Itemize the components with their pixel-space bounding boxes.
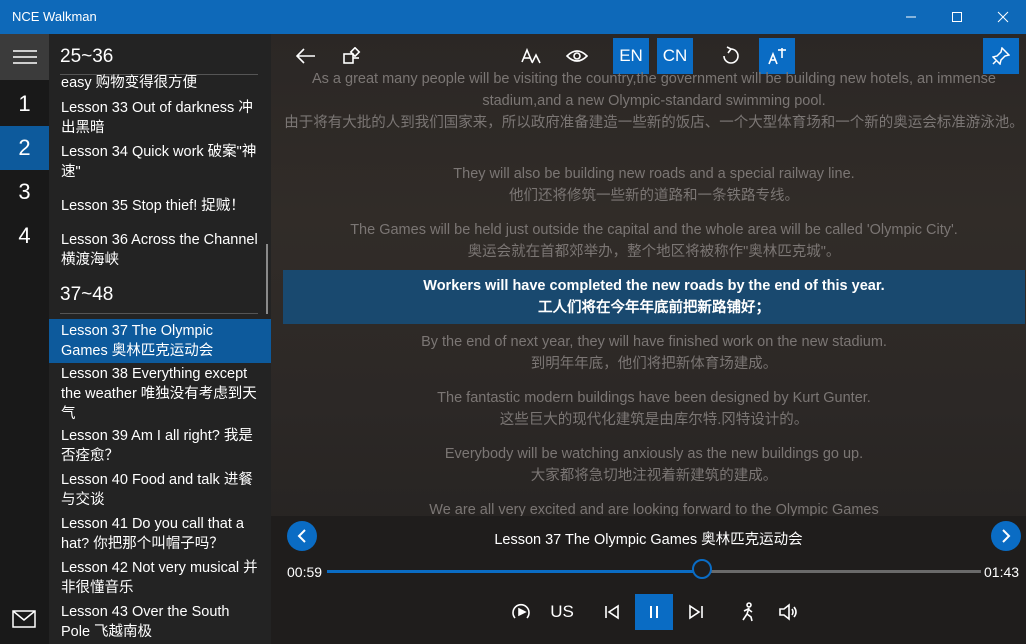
list-item[interactable]: Lesson 42 Not very musical 并非很懂音乐 — [49, 556, 271, 598]
lyric-line[interactable]: As a great many people will be visiting … — [283, 68, 1025, 134]
lesson-list: 25~36 easy 购物变得很方便 Lesson 33 Out of dark… — [49, 34, 271, 644]
lyric-en: The fantastic modern buildings have been… — [437, 390, 871, 406]
list-item[interactable]: easy 购物变得很方便 — [49, 72, 271, 92]
volume-icon[interactable] — [775, 594, 801, 630]
list-item[interactable]: Lesson 40 Food and talk 进餐与交谈 — [49, 468, 271, 510]
total-time: 01:43 — [984, 564, 1020, 580]
accent-label[interactable]: US — [549, 594, 575, 630]
list-item[interactable]: Lesson 41 Do you call that a hat? 你把那个叫帽… — [49, 512, 271, 554]
lyric-line[interactable]: The Games will be held just outside the … — [283, 219, 1025, 263]
group-header: 25~36 — [60, 46, 114, 67]
lyric-cn: 这些巨大的现代化建筑是由库尔特.冈特设计的。 — [499, 412, 809, 428]
lyric-cn: 他们还将修筑一些新的道路和一条铁路专线。 — [509, 188, 799, 204]
close-button[interactable] — [980, 0, 1026, 34]
lyric-en: Workers will have completed the new road… — [423, 278, 885, 294]
list-item[interactable]: Lesson 39 Am I all right? 我是否痊愈？ — [49, 424, 271, 466]
title-bar: NCE Walkman — [0, 0, 1026, 34]
list-item-selected[interactable]: Lesson 37 The Olympic Games 奥林匹克运动会 — [49, 319, 271, 363]
lyric-line[interactable]: The fantastic modern buildings have been… — [283, 387, 1025, 431]
list-item[interactable]: Lesson 38 Everything except the weather … — [49, 362, 271, 424]
elapsed-time: 00:59 — [287, 564, 323, 580]
seek-fill — [327, 570, 702, 573]
lyric-cn: 由于将有大批的人到我们国家来，所以政府准备建造一些新的饭店、一个大型体育场和一个… — [284, 115, 1024, 131]
minimize-button[interactable] — [888, 0, 934, 34]
list-item[interactable]: Lesson 34 Quick work 破案"神速" — [49, 140, 271, 182]
seek-bar[interactable] — [327, 570, 981, 573]
speed-icon[interactable] — [507, 594, 535, 630]
walking-icon[interactable] — [735, 594, 761, 630]
lyric-line-active[interactable]: Workers will have completed the new road… — [283, 270, 1025, 324]
list-scrollbar[interactable] — [266, 244, 268, 314]
list-item[interactable]: Lesson 36 Across the Channel 横渡海峡 — [49, 228, 271, 270]
pause-button[interactable] — [635, 594, 673, 630]
list-item[interactable]: Lesson 35 Stop thief! 捉贼！ — [49, 194, 271, 216]
lyric-en: As a great many people will be visiting … — [311, 71, 996, 109]
book-rail: 1 2 3 4 — [0, 34, 49, 644]
lyric-line[interactable]: Everybody will be watching anxiously as … — [283, 443, 1025, 487]
window-title: NCE Walkman — [12, 9, 97, 24]
book-2-button[interactable]: 2 — [0, 126, 49, 170]
list-item[interactable]: Lesson 33 Out of darkness 冲出黑暗 — [49, 96, 271, 138]
maximize-button[interactable] — [934, 0, 980, 34]
book-3-button[interactable]: 3 — [0, 170, 49, 214]
lyric-cn: 工人们将在今年年底前把新路铺好； — [538, 300, 770, 316]
player-main: EN CN As a great many people will be vis… — [271, 34, 1026, 644]
mail-icon[interactable] — [12, 610, 36, 633]
english-toggle-label: EN — [619, 46, 643, 65]
lyric-cn: 到明年年底，他们将把新体育场建成。 — [530, 356, 778, 372]
lyric-cn: 奥运会就在首都郊举办，整个地区将被称作"奥林匹克城"。 — [467, 244, 841, 260]
skip-next-icon[interactable] — [683, 594, 709, 630]
seek-thumb[interactable] — [691, 559, 712, 579]
player-controls: Lesson 37 The Olympic Games 奥林匹克运动会 00:5… — [271, 516, 1026, 644]
book-4-button[interactable]: 4 — [0, 214, 49, 258]
skip-previous-icon[interactable] — [599, 594, 625, 630]
lyric-en: By the end of next year, they will have … — [421, 334, 887, 350]
lyric-en: Everybody will be watching anxiously as … — [444, 446, 864, 462]
hamburger-menu-icon[interactable] — [0, 34, 49, 80]
now-playing-title: Lesson 37 The Olympic Games 奥林匹克运动会 — [494, 532, 803, 548]
lyric-en: They will also be building new roads and… — [453, 166, 855, 182]
divider — [60, 313, 258, 314]
lyric-en: The Games will be held just outside the … — [350, 222, 958, 238]
lyric-cn: 大家都将急切地注视着新建筑的建成。 — [530, 468, 778, 484]
chinese-toggle-label: CN — [662, 46, 688, 65]
book-1-button[interactable]: 1 — [0, 82, 49, 126]
list-item[interactable]: Lesson 43 Over the South Pole 飞越南极 — [49, 600, 271, 642]
lyric-line[interactable]: By the end of next year, they will have … — [283, 331, 1025, 375]
lyric-line[interactable]: They will also be building new roads and… — [283, 163, 1025, 207]
group-header: 37~48 — [60, 284, 114, 305]
